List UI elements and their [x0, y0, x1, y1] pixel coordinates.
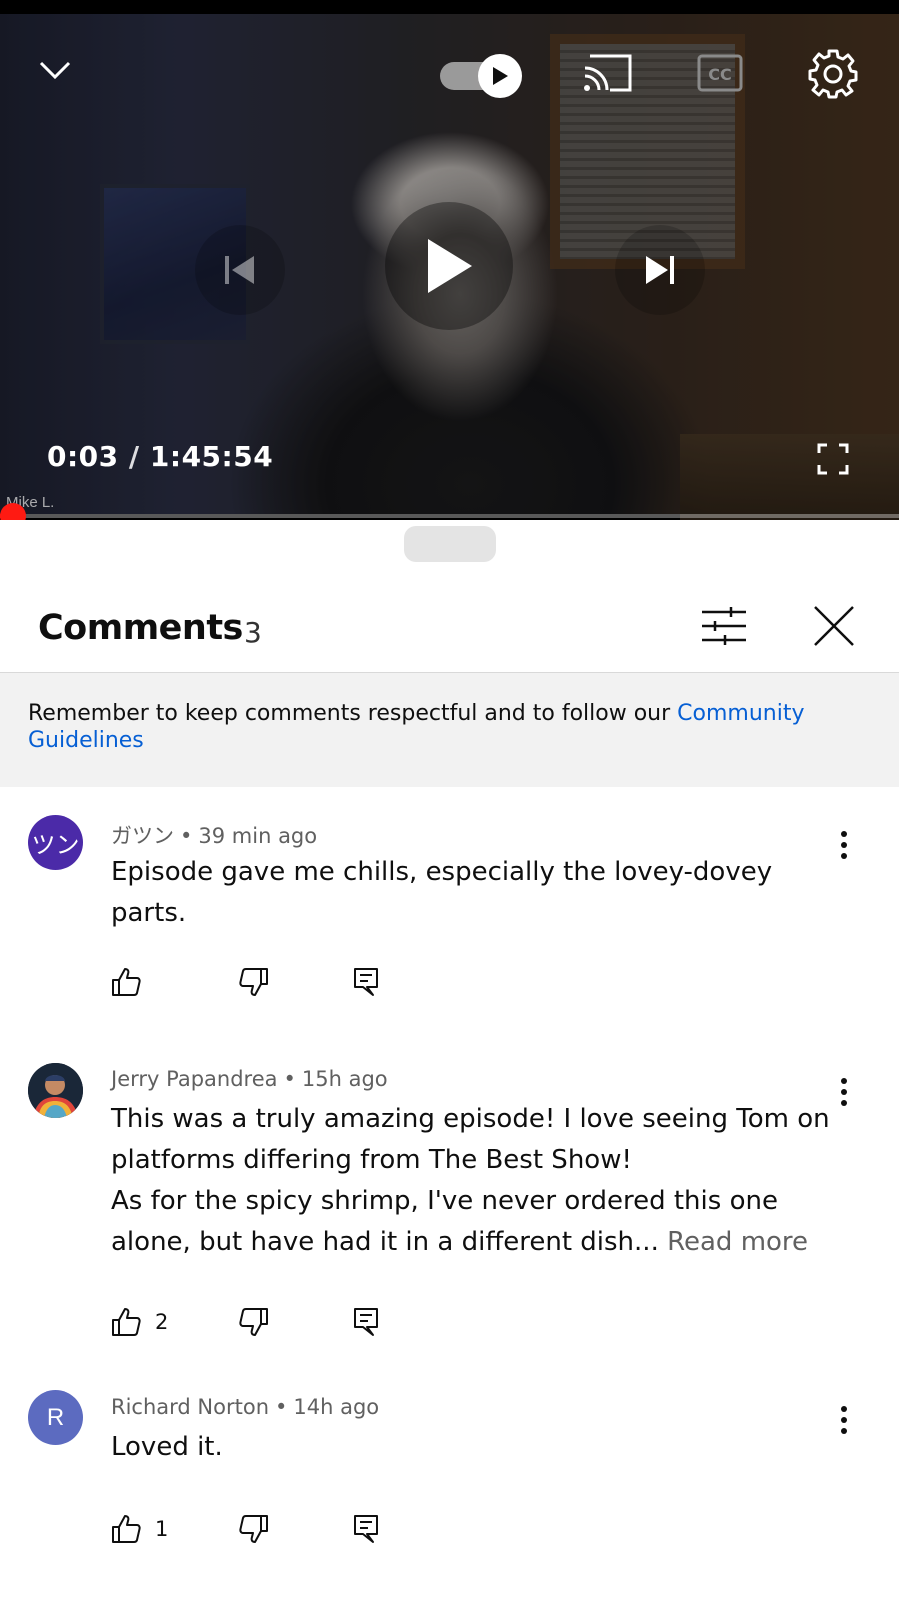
- avatar-initials: ツン: [31, 832, 80, 859]
- comment-meta: Richard Norton • 14h ago: [111, 1395, 379, 1419]
- reply-comment-icon: [354, 1308, 378, 1336]
- svg-text:CC: CC: [708, 65, 731, 84]
- play-icon: [428, 239, 472, 293]
- comment-meta: Jerry Papandrea • 15h ago: [111, 1067, 388, 1091]
- comment-body-line: As for the spicy shrimp, I've never orde…: [111, 1181, 831, 1263]
- comment-body: Loved it.: [111, 1432, 223, 1462]
- previous-icon: [225, 256, 254, 284]
- autoplay-knob: [478, 54, 522, 98]
- dislike-button[interactable]: [239, 962, 269, 1002]
- time-separator: /: [118, 440, 150, 473]
- progress-bar[interactable]: [0, 503, 899, 520]
- comment-menu-button[interactable]: [826, 1070, 862, 1114]
- collapse-player-button[interactable]: [30, 50, 80, 90]
- dislike-button[interactable]: [239, 1509, 269, 1549]
- comment-time: 39 min ago: [198, 824, 318, 848]
- meta-dot: •: [180, 824, 193, 848]
- avatar[interactable]: [28, 1063, 83, 1118]
- comments-sheet: Comments 3 Remember to keep comments res…: [0, 520, 899, 1600]
- more-vert-icon: [841, 1078, 847, 1106]
- comment-author[interactable]: Richard Norton: [111, 1395, 269, 1419]
- comment-actions: 1: [111, 1509, 511, 1549]
- autoplay-toggle[interactable]: [440, 52, 524, 98]
- comment-author[interactable]: Jerry Papandrea: [111, 1067, 278, 1091]
- dislike-button[interactable]: [239, 1302, 269, 1342]
- thumbs-down-icon: [239, 968, 268, 996]
- sliders-icon: [702, 607, 746, 645]
- sheet-drag-handle[interactable]: [404, 526, 496, 562]
- comment-item: ツン ガツン • 39 min ago Episode gave me chills…: [0, 787, 899, 1047]
- reply-button[interactable]: [353, 962, 379, 1002]
- comments-header: Comments 3: [0, 572, 899, 672]
- captions-icon: CC: [697, 54, 743, 92]
- comment-actions: 2: [111, 1302, 511, 1342]
- settings-button[interactable]: [806, 48, 860, 100]
- fullscreen-button[interactable]: [814, 440, 852, 478]
- more-vert-icon: [841, 1406, 847, 1434]
- comment-author[interactable]: ガツン: [111, 824, 174, 848]
- avatar[interactable]: R: [28, 1390, 83, 1445]
- thumbs-up-icon: [112, 1308, 141, 1336]
- thumbs-down-icon: [239, 1515, 268, 1543]
- read-more-link[interactable]: Read more: [667, 1227, 808, 1257]
- sort-filter-button[interactable]: [698, 600, 750, 652]
- video-player[interactable]: CC 0:03 / 1:45:54 Mike L.: [0, 0, 899, 520]
- notice-text: Remember to keep comments respectful and…: [28, 701, 678, 726]
- next-icon: [646, 256, 674, 284]
- comments-title: Comments: [38, 608, 243, 648]
- thumbs-up-icon: [112, 968, 141, 996]
- cast-button[interactable]: [580, 50, 636, 96]
- time-display: 0:03 / 1:45:54: [47, 440, 273, 473]
- comment-menu-button[interactable]: [826, 823, 862, 867]
- settings-gear-icon: [808, 49, 858, 99]
- avatar[interactable]: ツン: [28, 815, 83, 870]
- close-comments-button[interactable]: [808, 600, 860, 652]
- reply-comment-icon: [354, 968, 378, 996]
- meta-dot: •: [283, 1067, 296, 1091]
- comment-item: R Richard Norton • 14h ago Loved it. 1: [0, 1377, 899, 1600]
- duration: 1:45:54: [149, 440, 274, 473]
- comments-count: 3: [244, 616, 262, 649]
- like-button[interactable]: [111, 962, 155, 1002]
- comment-actions: [111, 962, 511, 1002]
- thumbs-up-icon: [112, 1515, 141, 1543]
- thumbs-down-icon: [239, 1308, 268, 1336]
- comment-item: Jerry Papandrea • 15h ago This was a truly…: [0, 1047, 899, 1377]
- cast-icon: [584, 54, 632, 92]
- next-video-button[interactable]: [615, 225, 705, 315]
- comment-body: This was a truly amazing episode! I love…: [111, 1099, 831, 1263]
- meta-dot: •: [275, 1395, 288, 1419]
- like-count: 2: [155, 1310, 169, 1334]
- comment-meta: ガツン • 39 min ago: [111, 820, 317, 850]
- comment-menu-button[interactable]: [826, 1398, 862, 1442]
- captions-button[interactable]: CC: [695, 52, 745, 94]
- comment-time: 14h ago: [293, 1395, 380, 1419]
- like-button[interactable]: 1: [111, 1509, 168, 1549]
- close-icon: [814, 606, 854, 646]
- current-time: 0:03: [47, 440, 119, 473]
- avatar-initials: R: [46, 1403, 65, 1431]
- fullscreen-icon: [817, 443, 849, 475]
- like-count: 1: [155, 1517, 169, 1541]
- reply-button[interactable]: [353, 1509, 379, 1549]
- reply-button[interactable]: [353, 1302, 379, 1342]
- comment-time: 15h ago: [301, 1067, 388, 1091]
- chevron-down-icon: [39, 61, 71, 80]
- play-button[interactable]: [385, 202, 513, 330]
- previous-video-button[interactable]: [195, 225, 285, 315]
- community-notice: Remember to keep comments respectful and…: [0, 673, 899, 787]
- avatar-photo: [28, 1063, 83, 1118]
- like-button[interactable]: 2: [111, 1302, 168, 1342]
- more-vert-icon: [841, 831, 847, 859]
- autoplay-play-icon: [493, 67, 508, 85]
- comment-body-line: This was a truly amazing episode! I love…: [111, 1104, 830, 1175]
- comment-body: Episode gave me chills, especially the l…: [111, 857, 773, 928]
- reply-comment-icon: [354, 1515, 378, 1543]
